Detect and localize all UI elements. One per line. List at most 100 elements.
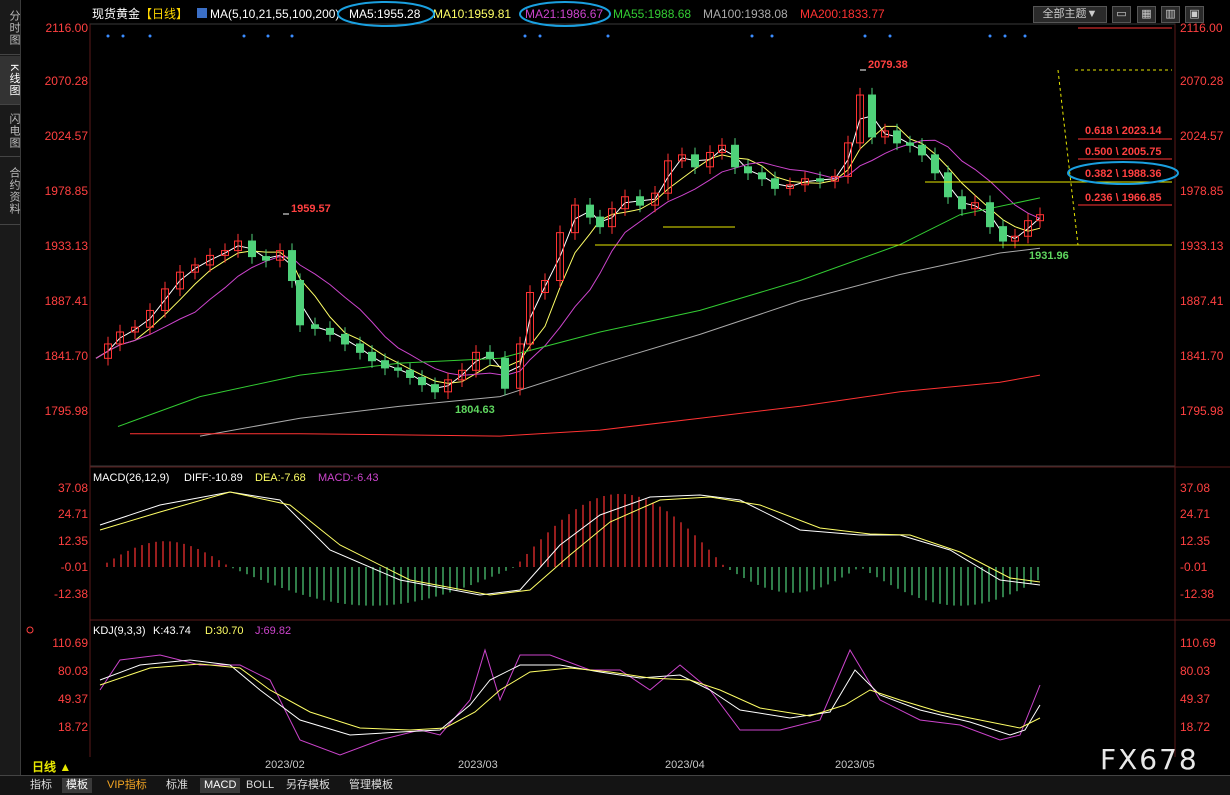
candle-body	[731, 144, 739, 168]
signal-dot	[863, 34, 867, 38]
candle-body	[262, 256, 270, 261]
candle-body	[958, 196, 966, 210]
ma100-line	[199, 247, 1041, 437]
signal-dot	[1023, 34, 1027, 38]
price-tick-right: 2070.28	[1180, 74, 1224, 88]
ma21-value: MA21:1986.67	[525, 7, 603, 21]
candle-body	[368, 351, 376, 362]
kdj-lines	[99, 648, 1041, 756]
signal-dot	[148, 34, 152, 38]
period-selector[interactable]: 日线 ▲	[32, 758, 71, 775]
macd-tick-right: 24.71	[1180, 507, 1210, 521]
date-label: 2023/05	[835, 759, 875, 771]
candle-body	[758, 172, 766, 180]
macd-tick-left: -0.01	[61, 560, 89, 574]
price-tick-left: 1841.70	[45, 349, 89, 363]
tab-macd[interactable]: MACD	[200, 778, 241, 793]
candle-body	[394, 367, 402, 371]
tab-manage-templates[interactable]: 管理模板	[345, 778, 397, 793]
signal-dot	[121, 34, 125, 38]
kdj-tick-left: 49.37	[58, 692, 88, 706]
candle-body	[356, 343, 364, 353]
price-tick-right: 1887.41	[1180, 294, 1224, 308]
signal-dot	[266, 34, 270, 38]
tab-vip-indicators[interactable]: VIP指标	[103, 778, 151, 793]
price-tick-left: 2116.00	[46, 21, 89, 35]
price-axis: 2116.00 2116.00 2070.28 2070.28 2024.57 2024.…	[45, 21, 1224, 418]
macd-tick-left: 37.08	[58, 481, 88, 495]
price-tick-right: 2024.57	[1180, 129, 1224, 143]
kdj-settings-icon[interactable]	[26, 626, 34, 634]
chart-layout-icon[interactable]: ▦	[1137, 6, 1156, 23]
low-price-label: 1804.63	[455, 404, 495, 416]
price-tick-left: 1887.41	[45, 294, 89, 308]
macd-title: MACD(26,12,9)	[93, 472, 169, 484]
chart-maximize-icon[interactable]: ▭	[1112, 6, 1131, 23]
price-tick-left: 1933.13	[45, 239, 89, 253]
fib-label-0236: 0.236 \ 1966.85	[1085, 192, 1161, 204]
ma-params: MA(5,10,21,55,100,200)	[210, 7, 339, 21]
price-tick-left: 2070.28	[45, 74, 89, 88]
recent-low-label: 1931.96	[1029, 250, 1069, 262]
candle-body	[341, 333, 349, 345]
signal-dots	[106, 34, 1027, 38]
candle-body	[248, 240, 256, 258]
bottom-toolbar: 指标 模板 VIP指标 标准 MACD BOLL 另存模板 管理模板	[0, 775, 1230, 795]
macd-tick-left: 24.71	[58, 507, 88, 521]
candle-body	[596, 216, 604, 228]
macd-diff-line	[99, 491, 1041, 596]
tab-templates[interactable]: 模板	[62, 778, 92, 793]
signal-dot	[523, 34, 527, 38]
signal-dot	[750, 34, 754, 38]
date-label: 2023/03	[458, 759, 498, 771]
price-tick-left: 1978.85	[45, 184, 89, 198]
price-tick-left: 2024.57	[45, 129, 89, 143]
high-price-label: 2079.38	[868, 59, 908, 71]
fib-label-0500: 0.500 \ 2005.75	[1085, 146, 1161, 158]
tab-boll[interactable]: BOLL	[242, 778, 278, 793]
candle-body	[296, 280, 304, 326]
fib-diagonal	[1057, 69, 1079, 246]
macd-tick-right: 12.35	[1180, 534, 1210, 548]
kdj-k-line	[99, 659, 1041, 736]
chart-split-icon[interactable]: ▥	[1161, 6, 1180, 23]
candle-body	[636, 196, 644, 206]
candle-body	[311, 324, 319, 329]
signal-dot	[988, 34, 992, 38]
tab-save-template[interactable]: 另存模板	[282, 778, 334, 793]
candle-body	[486, 351, 494, 359]
macd-tick-right: -0.01	[1180, 560, 1208, 574]
macd-tick-right: 37.08	[1180, 481, 1210, 495]
tab-indicators[interactable]: 指标	[26, 778, 56, 793]
signal-dot	[242, 34, 246, 38]
ma-settings-icon[interactable]	[197, 8, 207, 18]
macd-dea-line	[99, 491, 1041, 596]
signal-dot	[770, 34, 774, 38]
peak-price-label: 1959.57	[291, 203, 331, 215]
kdj-title: KDJ(9,3,3)	[93, 625, 146, 637]
candle-body	[999, 226, 1007, 242]
period-tag: 【日线】	[140, 7, 188, 21]
chart-window: 分时图 K线图 闪电图 合约资料 现货黄金 【日线】 MA(5,10,21,55…	[0, 0, 1230, 795]
candle-body	[918, 144, 926, 156]
price-tick-right: 1933.13	[1180, 239, 1224, 253]
candle-body	[744, 166, 752, 174]
candle-body	[906, 142, 914, 146]
ma5-value: MA5:1955.28	[349, 7, 421, 21]
macd-tick-left: -12.38	[54, 587, 88, 601]
date-label: 2023/04	[665, 759, 705, 771]
chart-close-icon[interactable]: ▣	[1185, 6, 1204, 23]
ma55-value: MA55:1988.68	[613, 7, 691, 21]
ma200-value: MA200:1833.77	[800, 7, 885, 21]
ma100-value: MA100:1938.08	[703, 7, 788, 21]
theme-dropdown[interactable]: 全部主题▼	[1033, 6, 1107, 23]
moving-average-lines	[95, 115, 1041, 437]
symbol-name: 现货黄金	[92, 6, 140, 21]
kdj-tick-right: 18.72	[1180, 720, 1210, 734]
macd-dea: DEA:-7.68	[255, 472, 306, 484]
date-label: 2023/02	[265, 759, 305, 771]
kdj-tick-left: 80.03	[58, 664, 88, 678]
kdj-tick-left: 18.72	[58, 720, 88, 734]
tab-standard[interactable]: 标准	[162, 778, 192, 793]
kdj-tick-left: 110.69	[52, 636, 88, 650]
